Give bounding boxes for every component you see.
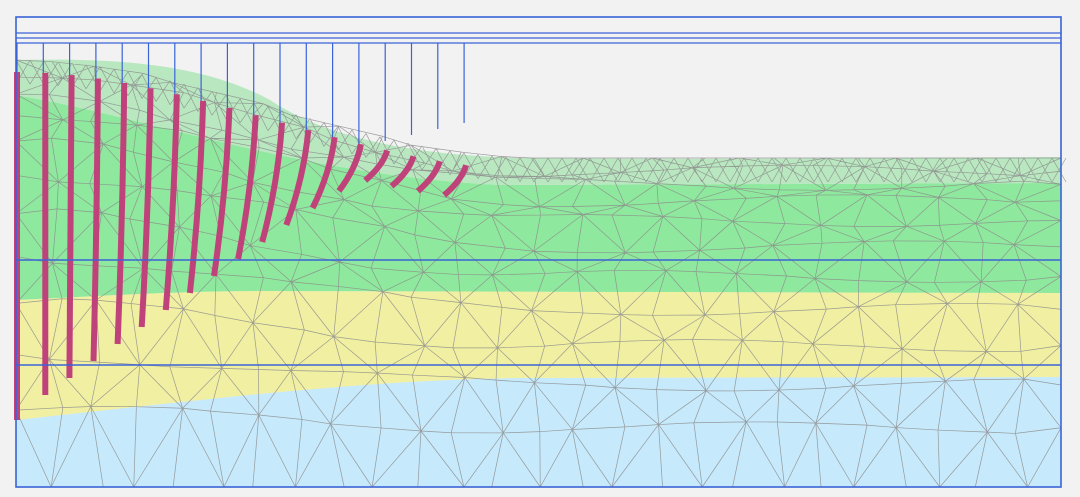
pile-3[interactable] (66, 75, 75, 379)
mesh-canvas[interactable] (0, 0, 1080, 497)
fem-model-view[interactable] (0, 0, 1080, 497)
